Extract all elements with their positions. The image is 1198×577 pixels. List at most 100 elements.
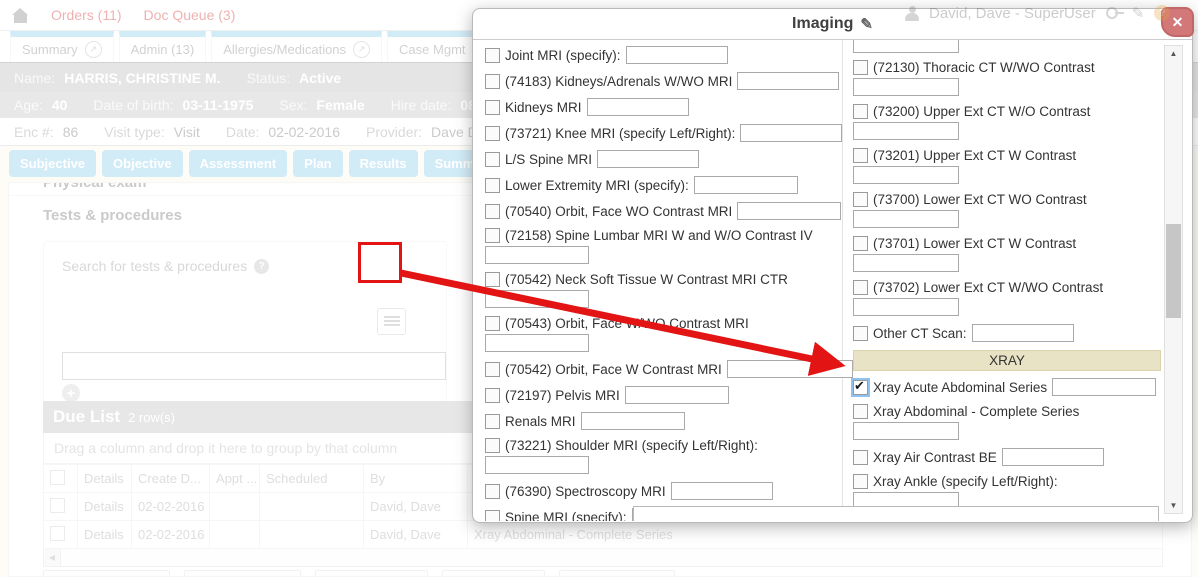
item-label: (70540) Orbit, Face WO Contrast MRI — [505, 204, 732, 219]
app-window: Orders (11) Doc Queue (3) Summary ↗ Admi… — [0, 0, 1198, 577]
xray-acute-abdominal-checkbox[interactable]: ✔ — [853, 380, 868, 395]
item-label: (72130) Thoracic CT W/WO Contrast — [873, 60, 1095, 75]
specify-input[interactable] — [853, 298, 959, 316]
specify-input[interactable] — [737, 72, 839, 90]
checkbox[interactable] — [853, 404, 868, 419]
scroll-up-icon[interactable]: ▲ — [1165, 46, 1182, 61]
specify-input[interactable] — [581, 412, 685, 430]
item-label: (73221) Shoulder MRI (specify Left/Right… — [505, 438, 758, 453]
checkbox[interactable] — [485, 510, 500, 522]
specify-input[interactable] — [625, 386, 729, 404]
item-label: Lower Extremity MRI (specify): — [505, 178, 689, 193]
checkbox[interactable] — [485, 152, 500, 167]
checkbox[interactable] — [485, 228, 500, 243]
item-label: L/S Spine MRI — [505, 152, 592, 167]
item-label: (73701) Lower Ext CT W Contrast — [873, 236, 1076, 251]
specify-input[interactable] — [853, 122, 959, 140]
checkbox[interactable] — [853, 474, 868, 489]
checkbox[interactable] — [485, 362, 500, 377]
help-circle-icon[interactable]: ? — [1154, 5, 1170, 21]
specify-input[interactable] — [853, 78, 959, 96]
item-label: (72197) Pelvis MRI — [505, 388, 620, 403]
item-label: Kidneys MRI — [505, 100, 582, 115]
checkbox[interactable] — [485, 100, 500, 115]
item-label: (73702) Lower Ext CT W/WO Contrast — [873, 280, 1103, 295]
checkbox[interactable] — [853, 60, 868, 75]
item-label: Spine MRI (specify): — [505, 510, 627, 522]
checkbox[interactable] — [485, 48, 500, 63]
checkbox[interactable] — [853, 148, 868, 163]
pencil-icon[interactable]: ✎ — [1132, 4, 1145, 22]
specify-input[interactable] — [626, 46, 728, 64]
user-icon — [905, 6, 919, 21]
checkbox[interactable] — [485, 414, 500, 429]
user-header: David, Dave - SuperUser ✎ ? — [905, 4, 1170, 22]
edit-pencil-icon[interactable]: ✎ — [860, 15, 873, 33]
item-label: Xray Ankle (specify Left/Right): — [873, 474, 1058, 489]
checkbox[interactable] — [485, 126, 500, 141]
scroll-down-icon[interactable]: ▼ — [1165, 498, 1182, 513]
specify-input[interactable] — [740, 124, 842, 142]
specify-input[interactable] — [1052, 378, 1156, 396]
checkbox[interactable] — [485, 438, 500, 453]
key-icon[interactable] — [1106, 7, 1118, 19]
column-divider — [842, 40, 843, 521]
specify-input[interactable] — [485, 290, 589, 308]
item-label: Renals MRI — [505, 414, 576, 429]
checkbox[interactable] — [853, 192, 868, 207]
item-label: (76390) Spectroscopy MRI — [505, 484, 666, 499]
item-label: (70542) Orbit, Face W Contrast MRI — [505, 362, 722, 377]
item-label: (70543) Orbit, Face W/WO Contrast MRI — [505, 316, 749, 331]
specify-input[interactable] — [485, 334, 589, 352]
checkbox[interactable] — [485, 272, 500, 287]
item-label: Xray Acute Abdominal Series — [873, 380, 1047, 395]
specify-input[interactable] — [694, 176, 798, 194]
checkbox[interactable] — [485, 74, 500, 89]
specify-input[interactable] — [597, 150, 699, 168]
specify-input[interactable] — [727, 360, 853, 378]
specify-input[interactable] — [853, 254, 959, 272]
item-label: Xray Air Contrast BE — [873, 450, 997, 465]
modal-body: Joint MRI (specify): (74183) Kidneys/Adr… — [473, 40, 1192, 521]
checkbox[interactable] — [485, 316, 500, 331]
checkbox[interactable] — [853, 104, 868, 119]
imaging-right-column: (72130) Thoracic CT W/WO Contrast (73200… — [853, 40, 1161, 521]
xray-section-header: XRAY — [853, 350, 1161, 371]
annotation-highlight-box — [358, 242, 402, 283]
check-icon: ✔ — [854, 378, 865, 394]
item-label: (73200) Upper Ext CT W/O Contrast — [873, 104, 1090, 119]
specify-input[interactable] — [972, 324, 1074, 342]
specify-input[interactable] — [853, 210, 959, 228]
checkbox[interactable] — [485, 178, 500, 193]
checkbox[interactable] — [853, 236, 868, 251]
specify-input[interactable] — [853, 166, 959, 184]
bottom-row-input[interactable] — [633, 506, 1159, 521]
item-label: (70542) Neck Soft Tissue W Contrast MRI … — [505, 272, 788, 287]
specify-input[interactable] — [587, 98, 689, 116]
item-label: (73721) Knee MRI (specify Left/Right): — [505, 126, 735, 141]
item-label: (73201) Upper Ext CT W Contrast — [873, 148, 1076, 163]
specify-input[interactable] — [737, 202, 841, 220]
checkbox[interactable] — [853, 280, 868, 295]
checkbox[interactable] — [485, 388, 500, 403]
specify-input[interactable] — [1002, 448, 1104, 466]
specify-input[interactable] — [485, 456, 589, 474]
item-label: (74183) Kidneys/Adrenals W/WO MRI — [505, 74, 732, 89]
item-label: Other CT Scan: — [873, 326, 967, 341]
scrollbar-thumb[interactable] — [1166, 224, 1181, 318]
item-label: (72158) Spine Lumbar MRI W and W/O Contr… — [505, 228, 813, 243]
specify-input[interactable] — [853, 40, 959, 53]
checkbox[interactable] — [853, 450, 868, 465]
modal-title: Imaging — [792, 15, 853, 33]
checkbox[interactable] — [853, 326, 868, 341]
checkbox[interactable] — [485, 484, 500, 499]
checkbox[interactable] — [485, 204, 500, 219]
imaging-modal: Imaging ✎ ✕ Joint MRI (specify): (74183)… — [472, 8, 1193, 523]
specify-input[interactable] — [485, 246, 589, 264]
specify-input[interactable] — [853, 422, 959, 440]
user-name: David, Dave - SuperUser — [929, 5, 1096, 22]
item-label: Joint MRI (specify): — [505, 48, 621, 63]
modal-scrollbar[interactable]: ▲ ▼ — [1164, 45, 1183, 514]
specify-input[interactable] — [671, 482, 773, 500]
item-label: Xray Abdominal - Complete Series — [873, 404, 1079, 419]
